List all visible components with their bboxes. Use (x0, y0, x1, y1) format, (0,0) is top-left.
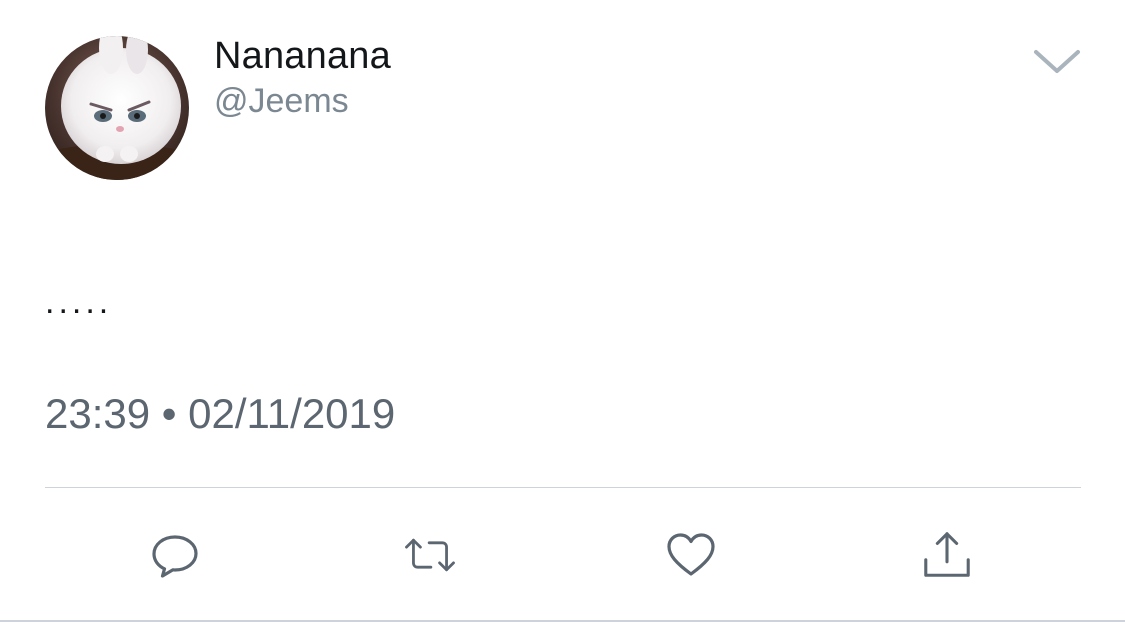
divider (45, 487, 1081, 488)
tweet-time: 23:39 (45, 390, 151, 437)
heart-icon[interactable] (664, 528, 718, 582)
timestamp[interactable]: 23:39 • 02/11/2019 (45, 390, 395, 438)
tweet-text: ..... (45, 283, 113, 321)
tweet-date: 02/11/2019 (188, 390, 396, 437)
user-handle[interactable]: @Jeems (214, 81, 349, 121)
display-name[interactable]: Nananana (214, 34, 391, 78)
chevron-down-icon[interactable] (1030, 42, 1084, 78)
time-date-separator: • (161, 390, 177, 437)
reply-icon[interactable] (148, 528, 202, 582)
retweet-icon[interactable] (403, 528, 457, 582)
avatar-image (45, 36, 189, 180)
share-icon[interactable] (920, 528, 974, 582)
avatar[interactable] (45, 36, 189, 180)
